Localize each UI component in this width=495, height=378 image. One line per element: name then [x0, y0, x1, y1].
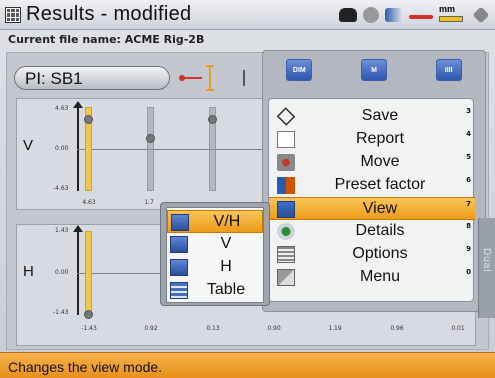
view-option-label: H — [220, 258, 232, 275]
menu-item-preset-factor[interactable]: Preset factor 6 — [269, 174, 475, 197]
v-measurement-post — [84, 107, 93, 191]
h-x-tick: 0.13 — [206, 325, 220, 332]
title-bar: Results - modified mm — [0, 0, 495, 30]
results-screen: Results - modified mm Current file name:… — [0, 0, 495, 378]
view-option-vh[interactable]: V/H — [167, 210, 263, 233]
unit-label: mm — [439, 4, 456, 14]
menu-item-shortcut: 7 — [466, 200, 471, 208]
status-icons: mm — [339, 4, 490, 25]
current-file-label: Current file name: ACME Rig-2B — [8, 33, 205, 46]
vertical-chart: V 4.63 0.00 -4.63 4.63 1.7 — [16, 98, 266, 210]
dimensions-tab-icon[interactable]: DIM — [286, 59, 313, 81]
menu-item-label: Move — [360, 153, 400, 170]
unit-indicator: mm — [439, 4, 469, 24]
window-title: Results - modified — [26, 3, 192, 25]
menu-item-shortcut: 0 — [466, 268, 471, 276]
view-option-label: Table — [206, 281, 246, 298]
h-y-min-tick: -1.43 — [53, 309, 69, 316]
vertical-axis-label: V — [23, 137, 34, 154]
coupling-diagram-icon — [179, 65, 245, 91]
side-tab[interactable]: Dual — [478, 218, 495, 318]
move-icon — [277, 154, 295, 171]
save-icon — [276, 107, 296, 126]
v-zero-line — [77, 149, 265, 150]
view-option-label: V/H — [213, 213, 241, 230]
view-submenu-list: V/H V H Table — [166, 207, 264, 303]
h-x-tick: -1.43 — [81, 325, 97, 332]
machine-tab-icon[interactable]: M — [360, 59, 387, 81]
view-option-v[interactable]: V — [167, 233, 263, 256]
v-measurement-post — [146, 107, 155, 191]
menu-item-label: Menu — [359, 268, 401, 285]
menu-icon — [277, 269, 295, 286]
h-x-tick: 1.19 — [328, 325, 342, 332]
menu-item-label: View — [362, 200, 398, 217]
signal-icon — [385, 8, 403, 22]
h-y-zero-tick: 0.00 — [55, 269, 69, 276]
menu-item-shortcut: 5 — [466, 153, 471, 161]
menu-item-label: Report — [355, 130, 405, 147]
h-view-icon — [170, 259, 188, 276]
v-measurement-post — [208, 107, 217, 191]
sensor-icon — [339, 8, 357, 22]
menu-item-label: Preset factor — [334, 176, 426, 193]
options-icon — [277, 246, 295, 263]
machine-selector[interactable]: PI: SB1 — [14, 66, 170, 90]
h-y-max-tick: 1.43 — [55, 227, 69, 234]
view-icon — [277, 201, 295, 218]
menu-item-save[interactable]: Save 3 — [269, 105, 475, 128]
menu-item-shortcut: 8 — [466, 222, 471, 230]
menu-item-menu[interactable]: Menu 0 — [269, 266, 475, 289]
h-x-tick: 0.96 — [390, 325, 404, 332]
menu-item-move[interactable]: Move 5 — [269, 151, 475, 174]
menu-item-shortcut: 6 — [466, 176, 471, 184]
menu-item-shortcut: 3 — [466, 107, 471, 115]
battery-icon — [439, 16, 463, 22]
v-view-icon — [170, 236, 188, 253]
view-option-label: V — [220, 235, 232, 252]
h-measurement-post — [84, 231, 93, 319]
menu-item-shortcut: 9 — [466, 245, 471, 253]
view-option-table[interactable]: Table — [167, 279, 263, 302]
menu-item-report[interactable]: Report 4 — [269, 128, 475, 151]
coupling-left-dot — [179, 75, 185, 81]
v-y-max-tick: 4.63 — [55, 105, 69, 112]
h-x-tick: 0.01 — [451, 325, 465, 332]
h-x-tick: 0.92 — [144, 325, 158, 332]
results-tab-icon[interactable]: IIII — [435, 59, 462, 81]
v-x-tick: 4.63 — [82, 199, 96, 206]
vh-view-icon — [171, 214, 189, 231]
menu-item-view[interactable]: View 7 — [269, 197, 475, 220]
preset-factor-icon — [277, 177, 295, 194]
report-icon — [277, 131, 295, 148]
v-y-zero-tick: 0.00 — [55, 145, 69, 152]
side-tab-label: Dual — [481, 248, 492, 273]
coupling-status-icon — [409, 15, 433, 19]
v-x-tick: 1.7 — [144, 199, 154, 206]
menu-tab-bar: DIM M IIII — [262, 50, 486, 90]
menu-item-label: Options — [352, 245, 408, 262]
table-view-icon — [170, 282, 188, 299]
view-option-h[interactable]: H — [167, 256, 263, 279]
h-x-tick: 0.90 — [267, 325, 281, 332]
laser-icon — [363, 7, 379, 23]
menu-item-shortcut: 4 — [466, 130, 471, 138]
status-bar: Changes the view mode. — [0, 352, 495, 378]
v-y-min-tick: -4.63 — [53, 185, 69, 192]
menu-item-label: Details — [355, 222, 405, 239]
settings-icon — [472, 6, 490, 24]
details-icon — [277, 223, 295, 240]
horizontal-axis-label: H — [23, 263, 34, 280]
menu-item-label: Save — [361, 107, 399, 124]
menu-item-details[interactable]: Details 8 — [269, 220, 475, 243]
main-menu-list: Save 3 Report 4 Move 5 Preset factor 6 V… — [268, 98, 475, 302]
status-message: Changes the view mode. — [8, 359, 163, 375]
menu-item-options[interactable]: Options 9 — [269, 243, 475, 266]
app-grid-icon — [5, 7, 21, 23]
